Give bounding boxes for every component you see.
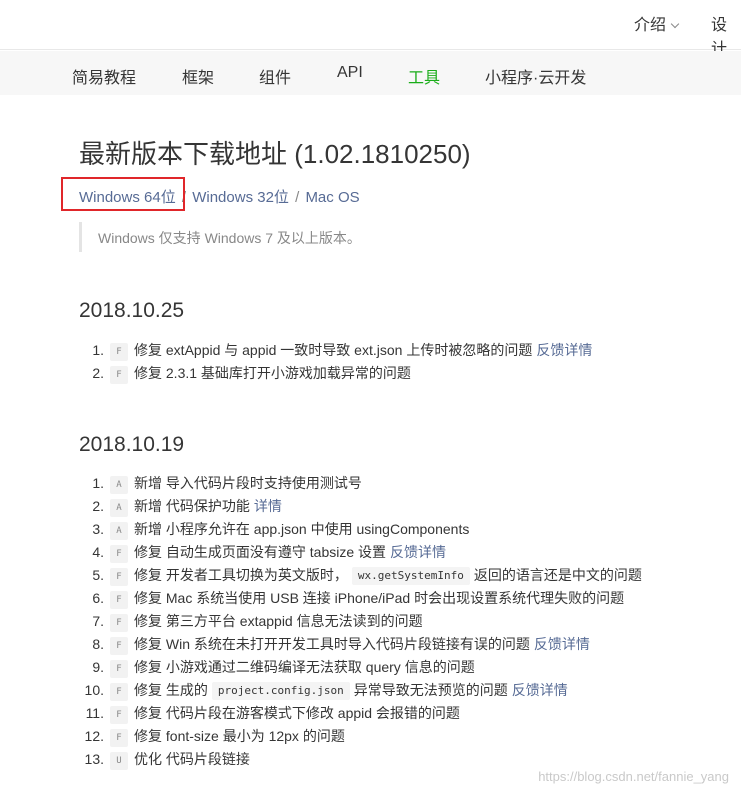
link-separator: / [295, 189, 300, 206]
subnav-item-framework[interactable]: 框架 [182, 64, 214, 88]
fix-tag: F [110, 591, 128, 609]
changelog-item: 11. F 修复 代码片段在游客模式下修改 appid 会报错的问题 [80, 702, 642, 725]
changelog-item: 2. A 新增 代码保护功能 详情 [80, 495, 642, 518]
item-text: 修复 2.3.1 基础库打开小游戏加载异常的问题 [134, 365, 411, 381]
item-text: 新增 小程序允许在 app.json 中使用 usingComponents [134, 521, 470, 537]
download-windows-32-link[interactable]: Windows 32位 [192, 189, 289, 206]
changelog-item: 5. F 修复 开发者工具切换为英文版时， wx.getSystemInfo 返回的语言… [80, 564, 642, 587]
item-number: 2. [92, 498, 104, 514]
changelog-item: 8. F 修复 Win 系统在未打开开发工具时导入代码片段链接有误的问题 反馈详情 [80, 633, 642, 656]
item-number: 3. [92, 521, 104, 537]
changelog-item: 6. F 修复 Mac 系统当使用 USB 连接 iPhone/iPad 时会出现设… [80, 587, 642, 610]
item-number: 1. [92, 475, 104, 491]
changelog-item: 7. F 修复 第三方平台 extappid 信息无法读到的问题 [80, 610, 642, 633]
changelog-item: 1. F 修复 extAppid 与 appid 一致时导致 ext.json 上传… [80, 339, 592, 362]
item-number: 8. [92, 636, 104, 652]
changelog-item: 3. A 新增 小程序允许在 app.json 中使用 usingComponent… [80, 518, 642, 541]
changelog-item: 4. F 修复 自动生成页面没有遵守 tabsize 设置 反馈详情 [80, 541, 642, 564]
page-title: 最新版本下载地址 (1.02.1810250) [79, 139, 471, 169]
subnav-item-tools[interactable]: 工具 [408, 64, 440, 88]
update-tag: U [110, 752, 128, 770]
fix-tag: F [110, 614, 128, 632]
item-number: 11. [85, 705, 104, 721]
subnav-item-cloud[interactable]: 小程序·云开发 [485, 64, 586, 88]
changelog-item: 2. F 修复 2.3.1 基础库打开小游戏加载异常的问题 [80, 362, 592, 385]
fix-tag: F [110, 637, 128, 655]
item-text: 修复 Mac 系统当使用 USB 连接 iPhone/iPad 时会出现设置系统… [134, 590, 625, 606]
fix-tag: F [110, 545, 128, 563]
item-text: 新增 代码保护功能 [134, 498, 250, 514]
inline-code: wx.getSystemInfo [351, 567, 470, 585]
nav-intro-dropdown[interactable]: 介绍 [634, 11, 680, 35]
fix-tag: F [110, 706, 128, 724]
item-text-after: 返回的语言还是中文的问题 [473, 567, 642, 583]
item-number: 12. [84, 728, 104, 744]
top-navbar: 介绍 设计 [0, 0, 741, 58]
subnav-item-tutorial[interactable]: 简易教程 [72, 64, 136, 88]
changelog-item: 9. F 修复 小游戏通过二维码编译无法获取 query 信息的问题 [80, 656, 642, 679]
item-number: 9. [92, 659, 104, 675]
sub-navbar: 简易教程 框架 组件 API 工具 小程序·云开发 [0, 51, 741, 95]
system-requirement-note: Windows 仅支持 Windows 7 及以上版本。 [79, 222, 679, 252]
item-text: 修复 代码片段在游客模式下修改 appid 会报错的问题 [134, 705, 460, 721]
add-tag: A [110, 499, 128, 517]
item-text: 修复 Win 系统在未打开开发工具时导入代码片段链接有误的问题 [134, 636, 530, 652]
item-text: 修复 第三方平台 extappid 信息无法读到的问题 [134, 613, 423, 629]
feedback-detail-link[interactable]: 反馈详情 [536, 342, 592, 358]
item-number: 4. [92, 544, 104, 560]
item-text: 新增 导入代码片段时支持使用测试号 [134, 475, 362, 491]
item-number: 2. [92, 365, 104, 381]
item-number: 6. [92, 590, 104, 606]
watermark-text: https://blog.csdn.net/fannie_yang [538, 769, 729, 784]
item-number: 1. [92, 342, 104, 358]
item-text: 修复 font-size 最小为 12px 的问题 [134, 728, 345, 744]
release-date-heading: 2018.10.19 [79, 433, 185, 456]
changelog-item: 12. F 修复 font-size 最小为 12px 的问题 [80, 725, 642, 748]
feedback-detail-link[interactable]: 反馈详情 [534, 636, 590, 652]
item-number: 7. [92, 613, 104, 629]
item-text: 优化 代码片段链接 [134, 751, 250, 767]
note-text: Windows 仅支持 Windows 7 及以上版本。 [98, 230, 361, 246]
item-number: 5. [92, 567, 104, 583]
detail-link[interactable]: 详情 [254, 498, 282, 514]
item-text: 修复 生成的 [134, 682, 208, 698]
feedback-detail-link[interactable]: 反馈详情 [512, 682, 568, 698]
item-text: 修复 自动生成页面没有遵守 tabsize 设置 [134, 544, 387, 560]
item-text-after: 异常导致无法预览的问题 [353, 682, 508, 698]
changelog-item: 10. F 修复 生成的 project.config.json 异常导致无法预览的问题… [80, 679, 642, 702]
item-text: 修复 extAppid 与 appid 一致时导致 ext.json 上传时被忽… [134, 342, 533, 358]
fix-tag: F [110, 729, 128, 747]
release-date-heading: 2018.10.25 [79, 299, 185, 322]
changelog-item: 13. U 优化 代码片段链接 [80, 748, 642, 771]
annotation-highlight-box [61, 177, 185, 211]
subnav-item-components[interactable]: 组件 [259, 64, 291, 88]
subnav-item-api[interactable]: API [337, 64, 363, 82]
fix-tag: F [110, 683, 128, 701]
fix-tag: F [110, 343, 128, 361]
item-number: 10. [84, 682, 104, 698]
add-tag: A [110, 476, 128, 494]
fix-tag: F [110, 366, 128, 384]
fix-tag: F [110, 568, 128, 586]
item-number: 13. [84, 751, 104, 767]
add-tag: A [110, 522, 128, 540]
release-changelog-list: 1. A 新增 导入代码片段时支持使用测试号 2. A 新增 代码保护功能 详情 3. A 新… [80, 472, 642, 771]
feedback-detail-link[interactable]: 反馈详情 [390, 544, 446, 560]
item-text: 修复 开发者工具切换为英文版时， [134, 567, 348, 583]
inline-code: project.config.json [211, 682, 350, 700]
item-text: 修复 小游戏通过二维码编译无法获取 query 信息的问题 [134, 659, 475, 675]
fix-tag: F [110, 660, 128, 678]
chevron-down-icon [670, 19, 680, 29]
download-mac-link[interactable]: Mac OS [305, 189, 359, 206]
nav-intro-label: 介绍 [634, 17, 667, 34]
release-changelog-list: 1. F 修复 extAppid 与 appid 一致时导致 ext.json 上传… [80, 339, 592, 385]
changelog-item: 1. A 新增 导入代码片段时支持使用测试号 [80, 472, 642, 495]
